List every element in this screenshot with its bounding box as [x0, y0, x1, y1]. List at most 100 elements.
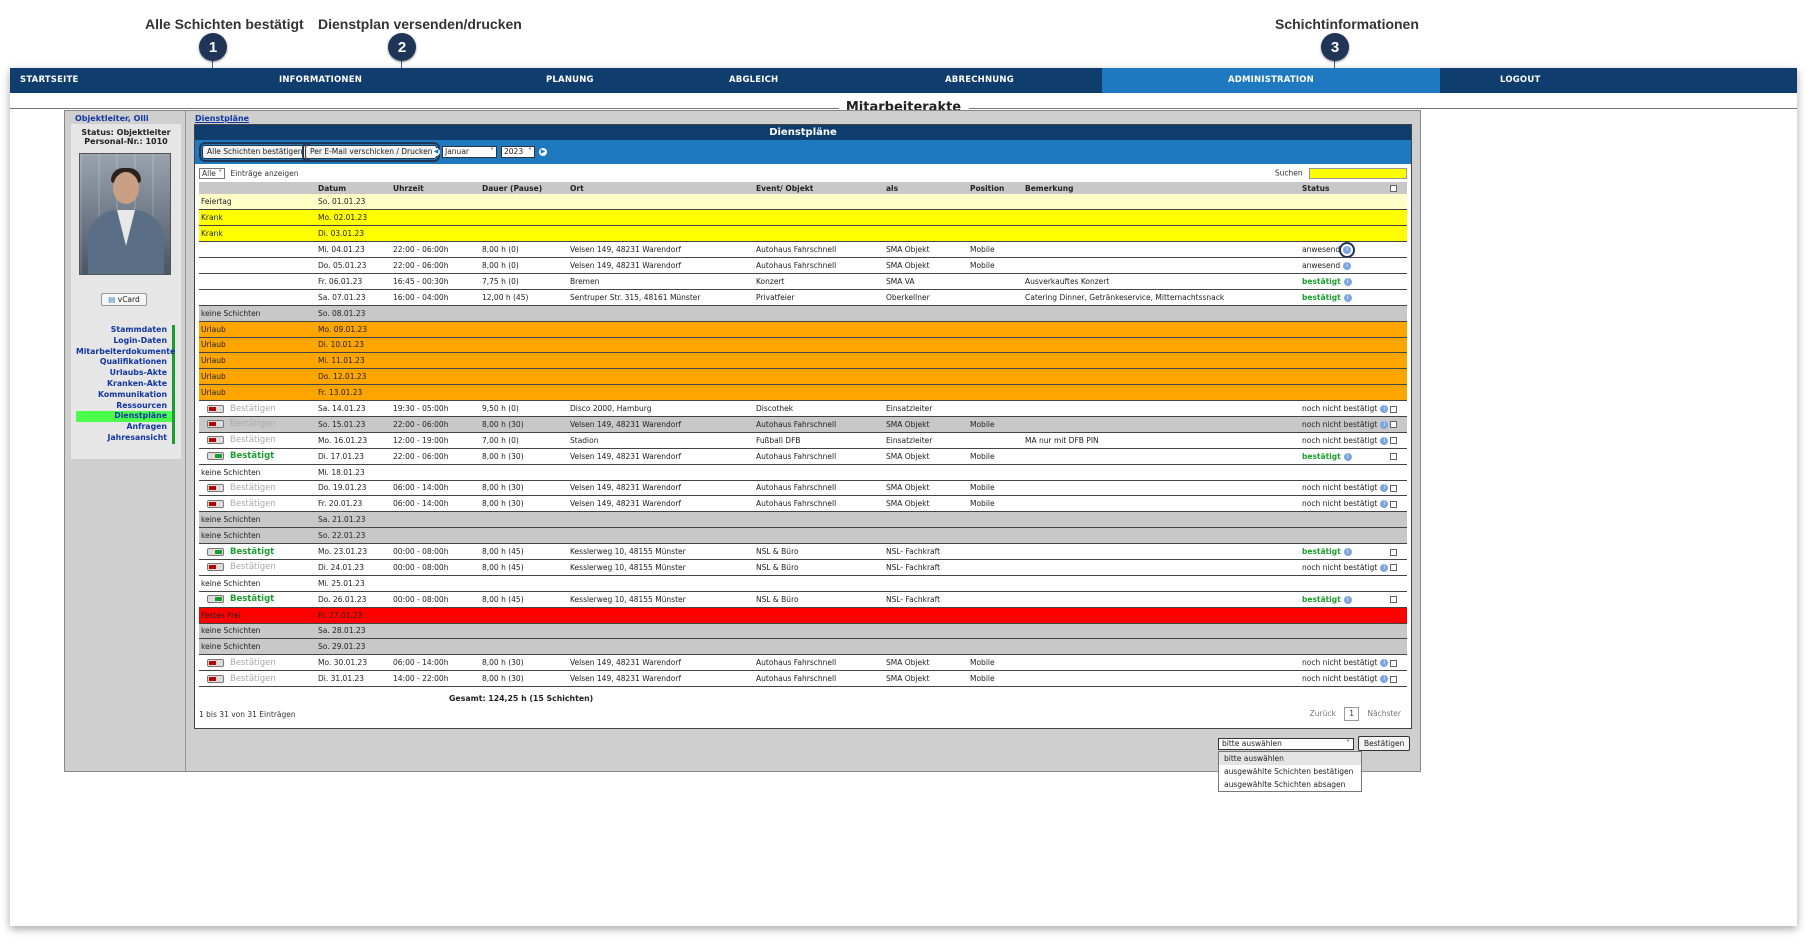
email-print-button[interactable]: Per E-Mail verschicken / Drucken — [301, 142, 441, 162]
vcard-button[interactable]: ▤ vCard — [101, 293, 147, 306]
toggle-off-icon[interactable] — [207, 420, 224, 429]
col-header-event[interactable]: Event/ Objekt — [754, 182, 884, 194]
sidebar-item-kranken-akte[interactable]: Kranken-Akte — [76, 378, 175, 390]
nav-abgleich[interactable]: ABGLEICH — [729, 68, 778, 93]
confirm-toggle-label[interactable]: Bestätigen — [230, 404, 276, 414]
month-select[interactable]: Januar ˅ — [442, 146, 497, 158]
sidebar-item-login-daten[interactable]: Login-Daten — [76, 335, 175, 347]
nav-informationen[interactable]: INFORMATIONEN — [279, 68, 362, 93]
table-row[interactable]: Urlaub Fr. 13.01.23 — [199, 384, 1407, 402]
info-icon[interactable]: i — [1343, 293, 1352, 302]
confirm-toggle-label[interactable]: Bestätigen — [230, 562, 276, 572]
col-header-select-all[interactable] — [1388, 182, 1407, 194]
table-row[interactable]: Do. 05.01.23 22:00 - 06:00h 8,00 h (0) Vels… — [199, 257, 1407, 274]
col-header-ort[interactable]: Ort — [568, 182, 754, 194]
info-icon[interactable]: i — [1343, 277, 1352, 286]
table-row[interactable]: Urlaub Do. 12.01.23 — [199, 368, 1407, 386]
row-checkbox[interactable] — [1390, 421, 1397, 429]
table-row[interactable]: Krank Di. 03.01.23 — [199, 225, 1407, 243]
table-row[interactable]: Urlaub Mo. 09.01.23 — [199, 321, 1407, 338]
sidebar-item-dienstplaene[interactable]: Dienstpläne — [76, 411, 175, 423]
row-checkbox[interactable] — [1390, 659, 1397, 667]
confirm-toggle-label[interactable]: Bestätigen — [230, 419, 276, 429]
confirm-toggle-label[interactable]: Bestätigen — [230, 499, 276, 509]
row-checkbox[interactable] — [1390, 675, 1397, 683]
toggle-on-icon[interactable] — [207, 452, 224, 461]
sidebar-item-stammdaten[interactable]: Stammdaten — [76, 325, 175, 336]
confirm-toggle-label[interactable]: Bestätigt — [230, 594, 274, 604]
sidebar-item-anfragen[interactable]: Anfragen — [76, 422, 175, 433]
info-icon[interactable]: i — [1380, 659, 1388, 668]
nav-logout[interactable]: LOGOUT — [1500, 68, 1540, 93]
confirm-toggle-label[interactable]: Bestätigt — [230, 451, 274, 461]
search-input[interactable] — [1309, 168, 1407, 179]
pager-next[interactable]: Nächster — [1367, 709, 1401, 718]
table-row[interactable]: Urlaub Di. 10.01.23 — [199, 337, 1407, 354]
nav-administration[interactable]: ADMINISTRATION — [1102, 68, 1440, 93]
confirm-toggle-label[interactable]: Bestätigt — [230, 547, 274, 557]
table-row[interactable]: Bestätigen Di. 24.01.23 00:00 - 08:00h 8,00… — [199, 559, 1407, 576]
table-row[interactable]: Bestätigt Di. 17.01.23 22:00 - 06:00h 8,00 … — [199, 448, 1407, 465]
prev-month-icon[interactable]: ◀ — [432, 148, 440, 156]
table-row[interactable]: Bestätigen Di. 31.01.23 14:00 - 22:00h 8,00… — [199, 670, 1407, 688]
table-row[interactable]: keine Schichten Mi. 25.01.23 — [199, 575, 1407, 592]
table-row[interactable]: Bestätigt Do. 26.01.23 00:00 - 08:00h 8,00 … — [199, 591, 1407, 608]
table-row[interactable]: keine Schichten Sa. 21.01.23 — [199, 511, 1407, 529]
row-checkbox[interactable] — [1390, 484, 1397, 492]
info-icon[interactable]: i — [1380, 675, 1388, 684]
col-header-position[interactable]: Position — [968, 182, 1023, 194]
toggle-off-icon[interactable] — [207, 436, 224, 445]
toggle-off-icon[interactable] — [207, 499, 224, 508]
toggle-off-icon[interactable] — [207, 483, 224, 492]
info-icon[interactable]: i — [1380, 484, 1388, 493]
table-row[interactable]: Krank Mo. 02.01.23 — [199, 209, 1407, 227]
table-row[interactable]: Bestätigen Do. 19.01.23 06:00 - 14:00h 8,00… — [199, 480, 1407, 497]
toggle-off-icon[interactable] — [207, 404, 224, 413]
info-icon[interactable]: i — [1343, 262, 1352, 270]
table-row[interactable]: Feiertag So. 01.01.23 — [199, 194, 1407, 211]
row-checkbox[interactable] — [1390, 437, 1397, 445]
pager-prev[interactable]: Zurück — [1310, 709, 1336, 718]
select-all-checkbox[interactable] — [1390, 185, 1397, 192]
info-icon[interactable]: i — [1380, 436, 1388, 445]
bulk-option[interactable]: ausgewählte Schichten absagen — [1219, 778, 1361, 791]
bulk-action-select[interactable]: bitte auswählen ˅ — [1218, 738, 1354, 750]
breadcrumb[interactable]: Dienstpläne — [195, 114, 249, 123]
table-row[interactable]: Mi. 04.01.23 22:00 - 06:00h 8,00 h (0) Vels… — [199, 241, 1407, 259]
bulk-option[interactable]: bitte auswählen — [1219, 752, 1361, 765]
table-row[interactable]: Bestätigen Fr. 20.01.23 06:00 - 14:00h 8,00… — [199, 495, 1407, 513]
confirm-toggle-label[interactable]: Bestätigen — [230, 658, 276, 668]
employee-name[interactable]: Objektleiter, Olli — [75, 114, 149, 123]
table-row[interactable]: keine Schichten Sa. 28.01.23 — [199, 623, 1407, 640]
col-header-als[interactable]: als — [884, 182, 968, 194]
nav-abrechnung[interactable]: ABRECHNUNG — [945, 68, 1014, 93]
col-header-dauer[interactable]: Dauer (Pause) — [480, 182, 568, 194]
info-icon[interactable]: i — [1380, 420, 1388, 429]
table-row[interactable]: Bestätigen So. 15.01.23 22:00 - 06:00h 8,00… — [199, 416, 1407, 433]
toggle-on-icon[interactable] — [207, 547, 224, 556]
bulk-confirm-button[interactable]: Bestätigen — [1358, 736, 1411, 751]
col-header-datum[interactable]: Datum — [316, 182, 391, 194]
sidebar-item-urlaubs-akte[interactable]: Urlaubs-Akte — [76, 368, 175, 379]
table-row[interactable]: keine Schichten Mi. 18.01.23 — [199, 464, 1407, 481]
nav-planung[interactable]: PLANUNG — [546, 68, 594, 93]
row-checkbox[interactable] — [1390, 564, 1397, 572]
table-row[interactable]: Bestätigen Mo. 30.01.23 06:00 - 14:00h 8,00… — [199, 654, 1407, 672]
row-checkbox[interactable] — [1390, 453, 1397, 461]
table-row[interactable]: Urlaub Mi. 11.01.23 — [199, 352, 1407, 370]
info-icon[interactable]: i — [1343, 452, 1352, 461]
confirm-all-shifts-button[interactable]: Alle Schichten bestätigen — [199, 142, 311, 162]
sidebar-item-ressourcen[interactable]: Ressourcen — [76, 400, 175, 412]
table-row[interactable]: keine Schichten So. 29.01.23 — [199, 638, 1407, 656]
col-header-bemerkung[interactable]: Bemerkung — [1023, 182, 1300, 194]
table-row[interactable]: Festes Frei Fr. 27.01.23 — [199, 607, 1407, 624]
sidebar-item-kommunikation[interactable]: Kommunikation — [76, 389, 175, 401]
toggle-off-icon[interactable] — [207, 674, 224, 683]
nav-startseite[interactable]: STARTSEITE — [20, 68, 79, 93]
entries-select[interactable]: Alle ˅ — [199, 168, 226, 179]
next-month-icon[interactable]: ▶ — [539, 148, 547, 156]
info-icon[interactable]: i — [1339, 242, 1356, 257]
info-icon[interactable]: i — [1380, 500, 1388, 509]
sidebar-item-qualifikationen[interactable]: Qualifikationen — [76, 357, 175, 369]
table-row[interactable]: Fr. 06.01.23 16:45 - 00:30h 7,75 h (0) Brem… — [199, 273, 1407, 290]
